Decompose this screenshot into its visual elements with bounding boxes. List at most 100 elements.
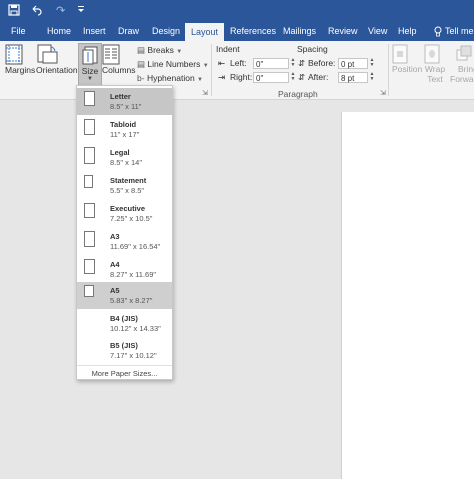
size-dropdown-arrow-icon: ▼ (87, 76, 93, 82)
indent-right-label: Right: (230, 72, 253, 82)
size-option-dims: 11" x 17" (110, 130, 140, 139)
hyphenation-icon: b‐ (137, 73, 145, 83)
size-option-letter[interactable]: Letter 8.5" x 11" (77, 88, 172, 115)
position-button[interactable]: Position (392, 44, 422, 74)
spacing-after-spinner[interactable]: ▲ ▼ (369, 72, 375, 83)
size-option-b4-jis[interactable]: B4 (JIS) 10.12" x 14.33" (77, 310, 172, 337)
page-size-icon (84, 147, 95, 164)
document-page[interactable] (341, 112, 474, 479)
line-numbers-button[interactable]: ▤ Line Numbers ▼ (137, 59, 209, 70)
page-size-icon (84, 231, 95, 247)
wrap-text-button[interactable]: Wrap Text (424, 44, 446, 84)
size-option-name: Statement (110, 176, 147, 185)
spacing-after-field[interactable]: 8 pt (338, 72, 368, 83)
spacing-before-icon: ⇵ (298, 58, 306, 68)
size-label: Size (81, 66, 99, 76)
position-icon (392, 44, 422, 64)
wrap-text-label-2: Text (427, 74, 443, 84)
size-option-name: Legal (110, 148, 130, 157)
tab-layout[interactable]: Layout (185, 22, 225, 42)
size-option-dims: 5.83" x 8.27" (110, 296, 153, 305)
size-option-dims: 8.5" x 14" (110, 158, 143, 167)
bring-forward-label-1: Bring (458, 64, 474, 74)
spacing-before-spinner[interactable]: ▲ ▼ (369, 58, 375, 69)
size-option-name: Executive (110, 204, 146, 213)
undo-icon[interactable] (30, 4, 42, 16)
orientation-button[interactable]: Orientation (36, 44, 78, 75)
indent-heading: Indent (216, 44, 240, 54)
paragraph-group-label: Paragraph (278, 89, 318, 99)
page-size-icon (84, 285, 94, 297)
position-label: Position (392, 64, 423, 74)
tab-mailings[interactable]: Mailings (283, 22, 316, 41)
tab-home[interactable]: Home (47, 22, 71, 41)
breaks-label: Breaks (147, 45, 174, 55)
size-option-dims: 7.25" x 10.5" (110, 214, 153, 223)
ribbon-tabs: File Home Insert Draw Design Layout Refe… (0, 22, 474, 42)
spacing-before-field[interactable]: 0 pt (338, 58, 368, 69)
columns-label: Columns (102, 65, 136, 75)
customize-qat-icon[interactable] (77, 4, 85, 14)
wrap-text-label-1: Wrap (424, 64, 446, 74)
size-option-dims: 10.12" x 14.33" (110, 324, 161, 333)
hyphenation-label: Hyphenation (146, 73, 195, 83)
bring-forward-icon (456, 44, 474, 64)
group-separator (388, 44, 389, 96)
hyphenation-dropdown-icon: ▼ (197, 77, 203, 83)
indent-right-field[interactable]: 0" (253, 72, 289, 83)
size-option-dims: 7.17" x 10.12" (110, 351, 157, 360)
group-separator (211, 44, 212, 96)
size-option-name: Letter (110, 92, 131, 101)
tab-references[interactable]: References (230, 22, 276, 41)
paragraph-launcher-icon[interactable]: ⇲ (380, 89, 386, 97)
tab-insert[interactable]: Insert (83, 22, 106, 41)
margins-button[interactable]: Margins (5, 44, 35, 75)
more-paper-sizes-link[interactable]: More Paper Sizes... (77, 365, 172, 378)
indent-left-icon: ⇤ (218, 58, 226, 68)
redo-icon[interactable]: ↷ (56, 4, 65, 18)
size-option-statement[interactable]: Statement 5.5" x 8.5" (77, 172, 172, 199)
tell-me-search[interactable]: Tell me (445, 22, 474, 41)
size-option-tabloid[interactable]: Tabloid 11" x 17" (77, 116, 172, 143)
breaks-dropdown-icon: ▼ (176, 49, 183, 55)
size-option-name: B5 (JIS) (110, 341, 138, 350)
tab-help[interactable]: Help (398, 22, 417, 41)
orientation-icon (36, 44, 76, 65)
size-option-a4[interactable]: A4 8.27" x 11.69" (77, 256, 172, 283)
tab-review[interactable]: Review (328, 22, 358, 41)
bring-forward-button[interactable]: Bring Forward (450, 44, 474, 84)
spacing-after-icon: ⇵ (298, 72, 306, 82)
tab-draw[interactable]: Draw (118, 22, 139, 41)
indent-right-icon: ⇥ (218, 72, 226, 82)
size-option-name: Tabloid (110, 120, 137, 129)
breaks-button[interactable]: ▤ Breaks ▼ (137, 45, 182, 56)
columns-icon (102, 44, 134, 65)
indent-left-field[interactable]: 0" (253, 58, 289, 69)
save-icon[interactable] (8, 4, 20, 16)
ribbon-layout: Margins Orientation Size ▼ Columns ▤ Bre… (0, 41, 474, 100)
size-option-b5-jis[interactable]: B5 (JIS) 7.17" x 10.12" (77, 337, 172, 364)
size-option-name: A3 (110, 232, 120, 241)
columns-button[interactable]: Columns (102, 44, 136, 75)
indent-right-spinner[interactable]: ▲ ▼ (290, 72, 296, 83)
hyphenation-button[interactable]: b‐ Hyphenation ▼ (137, 73, 203, 83)
margins-label: Margins (5, 65, 36, 75)
size-option-dims: 8.5" x 11" (110, 102, 142, 111)
size-option-executive[interactable]: Executive 7.25" x 10.5" (77, 200, 172, 227)
indent-left-spinner[interactable]: ▲ ▼ (290, 58, 296, 69)
indent-left-label: Left: (230, 58, 247, 68)
size-option-a3[interactable]: A3 11.69" x 16.54" (77, 228, 172, 255)
line-numbers-dropdown-icon: ▼ (202, 63, 209, 69)
page-size-icon (84, 91, 95, 106)
breaks-icon: ▤ (137, 45, 146, 55)
tab-file[interactable]: File (11, 22, 26, 41)
title-bar: ↷ (0, 0, 474, 22)
size-option-a5[interactable]: A5 5.83" x 8.27" (77, 282, 172, 309)
tab-view[interactable]: View (368, 22, 387, 41)
size-dropdown-menu: Letter 8.5" x 11" Tabloid 11" x 17" Lega… (76, 85, 173, 380)
page-size-icon (84, 175, 93, 188)
page-setup-launcher-icon[interactable]: ⇲ (202, 89, 208, 97)
size-option-legal[interactable]: Legal 8.5" x 14" (77, 144, 172, 171)
tab-design[interactable]: Design (152, 22, 180, 41)
page-size-icon (84, 203, 95, 218)
